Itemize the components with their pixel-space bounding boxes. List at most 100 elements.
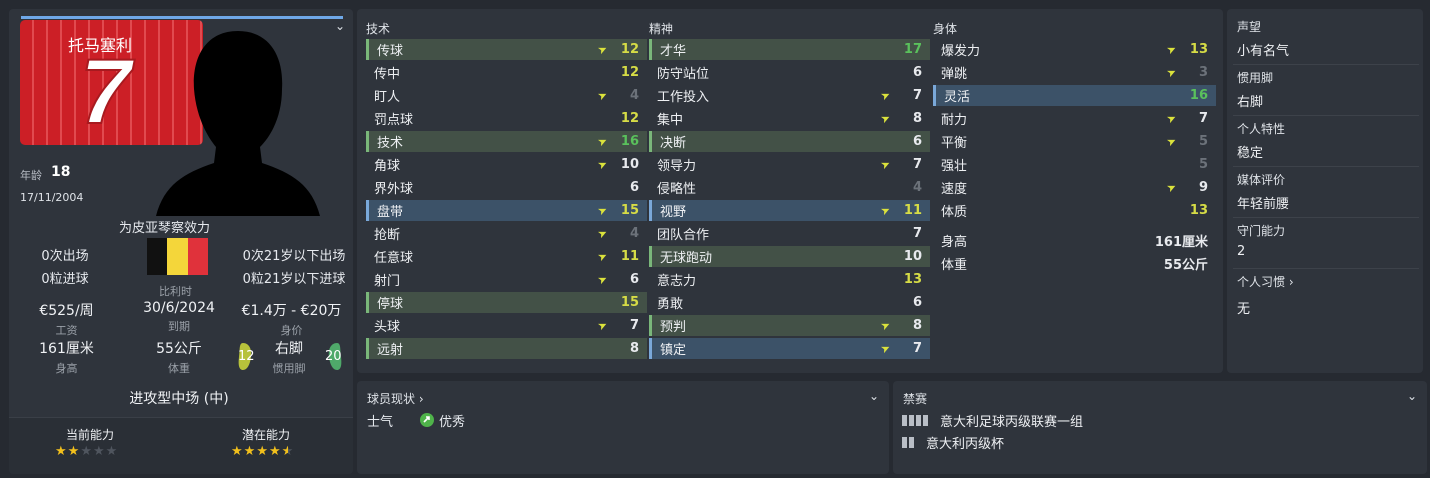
preferred-foot-value: 右脚: [1237, 95, 1264, 110]
attribute-row[interactable]: 无球跑动 10: [649, 246, 930, 267]
attribute-row[interactable]: 射门 ➤ 6: [366, 269, 647, 290]
attribute-value: 7: [912, 157, 922, 172]
divider: [1233, 166, 1419, 167]
ability-box: 当前能力 ★★★★★ 潜在能力 ★★★★★: [9, 417, 353, 474]
attribute-row[interactable]: 防守站位 6: [649, 62, 930, 83]
height-fact: 161厘米 身高: [9, 338, 124, 376]
attribute-name: 侵略性: [657, 182, 697, 197]
attribute-row[interactable]: 侵略性 4: [649, 177, 930, 198]
morale-icon: [420, 413, 434, 427]
goalkeeping-item: 守门能力 2: [1237, 222, 1419, 259]
attribute-value: 6: [629, 272, 639, 287]
chevron-down-icon[interactable]: ⌄: [1407, 389, 1417, 403]
attribute-row[interactable]: 耐力 ➤ 7: [933, 108, 1216, 129]
media-item: 媒体评价 年轻前腰: [1237, 171, 1419, 212]
attribute-row[interactable]: 盘带 ➤ 15: [366, 200, 647, 221]
progress-arrow-icon: ➤: [878, 87, 893, 104]
player-info-panel: 声望 小有名气 惯用脚 右脚 个人特性 稳定 媒体评价 年轻前腰 守门能力 2 …: [1227, 9, 1423, 373]
attribute-value: 7: [629, 318, 639, 333]
attribute-value: 16: [1189, 88, 1208, 103]
attribute-row[interactable]: 传中 12: [366, 62, 647, 83]
attribute-row[interactable]: 才华 17: [649, 39, 930, 60]
attribute-row[interactable]: 集中 ➤ 8: [649, 108, 930, 129]
preferred-foot-item: 惯用脚 右脚: [1237, 69, 1419, 110]
attribute-row[interactable]: 弹跳 ➤ 3: [933, 62, 1216, 83]
weight-row: 体重 55公斤: [933, 253, 1216, 274]
player-silhouette-icon: [156, 31, 320, 216]
technical-title: 技术: [366, 22, 391, 36]
weight-fact: 55公斤 体重: [124, 338, 234, 376]
attribute-row[interactable]: 罚点球 12: [366, 108, 647, 129]
attribute-name: 速度: [941, 182, 968, 197]
attribute-value: 13: [903, 272, 922, 287]
status-title-link[interactable]: 球员现状 ›: [367, 390, 424, 407]
divider: [1233, 64, 1419, 65]
attribute-row[interactable]: 决断 6: [649, 131, 930, 152]
chevron-down-icon[interactable]: ⌄: [869, 389, 879, 403]
attribute-row[interactable]: 勇敢 6: [649, 292, 930, 313]
club-link[interactable]: 为皮亚琴察效力: [119, 217, 210, 236]
progress-arrow-icon: ➤: [595, 202, 610, 219]
market-value-label: 身价: [280, 324, 303, 337]
bans-title: 禁赛: [903, 392, 928, 406]
attribute-value: 5: [1198, 134, 1208, 149]
shirt-number: 7: [79, 40, 132, 144]
attribute-row[interactable]: 技术 ➤ 16: [366, 131, 647, 152]
attribute-row[interactable]: 抢断 ➤ 4: [366, 223, 647, 244]
attribute-row[interactable]: 视野 ➤ 11: [649, 200, 930, 221]
attribute-row[interactable]: 强壮 5: [933, 154, 1216, 175]
attribute-row[interactable]: 意志力 13: [649, 269, 930, 290]
attribute-row[interactable]: 镇定 ➤ 7: [649, 338, 930, 359]
attribute-row[interactable]: 停球 15: [366, 292, 647, 313]
wage-label: 工资: [55, 324, 78, 337]
attribute-row[interactable]: 爆发力 ➤ 13: [933, 39, 1216, 60]
habits-link[interactable]: 个人习惯 ›: [1237, 273, 1419, 290]
ban-row[interactable]: 意大利丙级杯: [902, 433, 1004, 452]
progress-arrow-icon: ➤: [878, 202, 893, 219]
attribute-value: 3: [1198, 65, 1208, 80]
attribute-row[interactable]: 头球 ➤ 7: [366, 315, 647, 336]
attribute-row[interactable]: 传球 ➤ 12: [366, 39, 647, 60]
mental-title: 精神: [649, 22, 674, 36]
attribute-row[interactable]: 平衡 ➤ 5: [933, 131, 1216, 152]
attribute-row[interactable]: 任意球 ➤ 11: [366, 246, 647, 267]
attribute-name: 盯人: [374, 90, 401, 105]
appearances: 0次出场: [41, 249, 89, 264]
attribute-row[interactable]: 领导力 ➤ 7: [649, 154, 930, 175]
attribute-row[interactable]: 界外球 6: [366, 177, 647, 198]
attribute-row[interactable]: 盯人 ➤ 4: [366, 85, 647, 106]
progress-arrow-icon: ➤: [1164, 179, 1179, 196]
habits-item[interactable]: 个人习惯 › 无: [1237, 273, 1419, 317]
attribute-row[interactable]: 工作投入 ➤ 7: [649, 85, 930, 106]
attribute-row[interactable]: 预判 ➤ 8: [649, 315, 930, 336]
attributes-panel: 技术 精神 身体 传球 ➤ 12 传中 12 盯人 ➤ 4 罚点球 12 技术 ➤ 16 角球 ➤ 10 界外球…: [357, 9, 1223, 373]
ban-length-icon: [902, 415, 928, 426]
attribute-value: 7: [912, 226, 922, 241]
chevron-right-icon: ›: [1288, 275, 1294, 289]
attribute-row[interactable]: 角球 ➤ 10: [366, 154, 647, 175]
progress-arrow-icon: ➤: [595, 133, 610, 150]
attribute-value: 11: [620, 249, 639, 264]
progress-arrow-icon: ➤: [878, 156, 893, 173]
attribute-name: 弹跳: [941, 67, 968, 82]
attribute-row[interactable]: 体质 13: [933, 200, 1216, 221]
attribute-row[interactable]: 灵活 16: [933, 85, 1216, 106]
attribute-name: 爆发力: [941, 44, 981, 59]
attribute-row[interactable]: 团队合作 7: [649, 223, 930, 244]
attribute-value: 12: [620, 65, 639, 80]
personality-item: 个人特性 稳定: [1237, 120, 1419, 161]
attribute-name: 耐力: [941, 113, 968, 128]
attribute-name: 集中: [657, 113, 684, 128]
attribute-name: 强壮: [941, 159, 968, 174]
ban-row[interactable]: 意大利足球丙级联赛一组: [902, 411, 1083, 430]
physical-title: 身体: [933, 22, 958, 36]
belgium-flag-icon[interactable]: [147, 238, 208, 275]
progress-arrow-icon: ➤: [595, 317, 610, 334]
media-value: 年轻前腰: [1237, 197, 1290, 212]
u21-goals: 0粒21岁以下进球: [242, 272, 346, 287]
attribute-value: 12: [620, 111, 639, 126]
morale-label: 士气: [367, 415, 394, 430]
attribute-row[interactable]: 远射 8: [366, 338, 647, 359]
attribute-row[interactable]: 速度 ➤ 9: [933, 177, 1216, 198]
collapse-chevron-icon[interactable]: ⌄: [335, 19, 345, 33]
